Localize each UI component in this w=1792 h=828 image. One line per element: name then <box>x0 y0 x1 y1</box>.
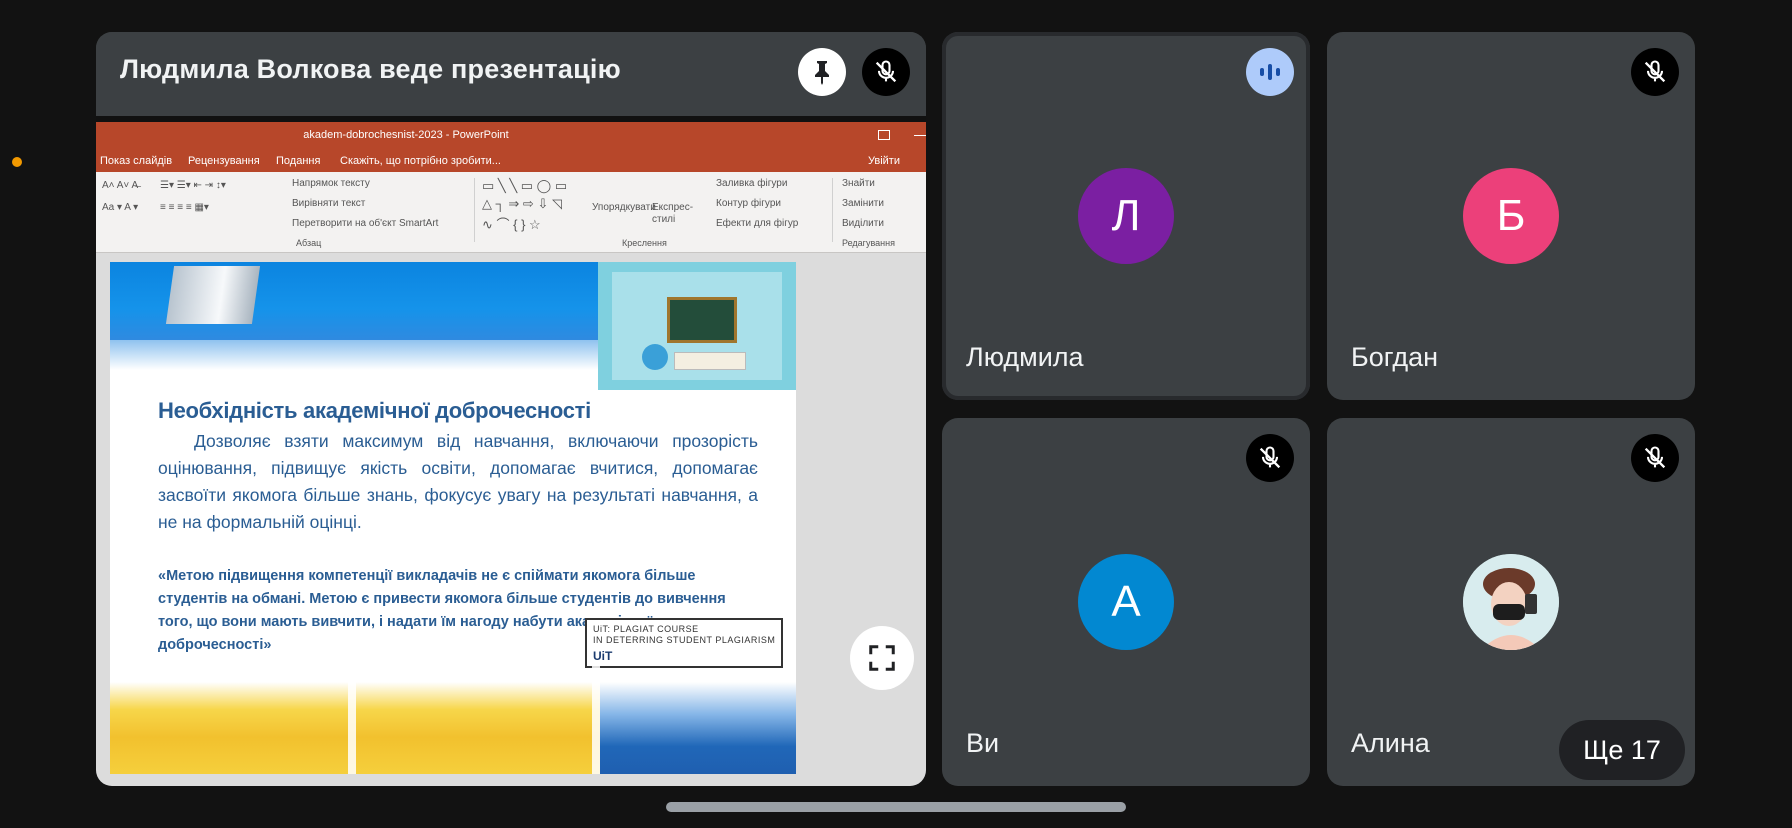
window-title: akadem-dobrochesnist-2023 - PowerPoint <box>303 129 509 141</box>
uit-logo: UiT <box>593 649 613 663</box>
replace: Замінити <box>842 198 884 209</box>
participant-tile-liudmyla[interactable]: Л Людмила <box>942 32 1310 400</box>
minimize-icon <box>914 135 926 136</box>
mic-off-icon <box>1644 60 1666 83</box>
participant-name: Ви <box>966 728 1000 758</box>
presenter-title: Людмила Волкова веде презентацію <box>120 54 621 84</box>
list-icons: ☰▾ ☰▾ ⇤ ⇥ ↕▾ <box>160 180 226 191</box>
mic-off-icon <box>1259 446 1281 469</box>
shape-fill: Заливка фігури <box>716 178 788 189</box>
presentation-header: Людмила Волкова веде презентацію <box>96 32 926 116</box>
find: Знайти <box>842 178 875 189</box>
font-size-icons: A˄ A˅ A̶ <box>102 180 139 191</box>
shape-effects: Ефекти для фігур <box>716 218 799 229</box>
group-editing: Редагування <box>842 238 895 248</box>
avatar: А <box>1078 554 1174 650</box>
menu-slideshow: Показ слайдів <box>100 155 173 167</box>
pin-button[interactable] <box>798 48 846 96</box>
menu-signin: Увійти <box>868 155 900 167</box>
book-graphic <box>165 266 261 324</box>
school-illustration <box>598 262 796 390</box>
menu-view: Подання <box>276 155 321 167</box>
mic-off-indicator <box>1631 48 1679 96</box>
align-text: Вирівняти текст <box>292 198 366 209</box>
quick-styles: Експрес-стилі <box>652 202 694 225</box>
shape-outline: Контур фігури <box>716 198 781 209</box>
speaking-indicator <box>1246 48 1294 96</box>
shared-screen: akadem-dobrochesnist-2023 - PowerPoint П… <box>96 116 926 786</box>
powerpoint-menu: Показ слайдів Рецензування Подання Скажі… <box>96 150 926 172</box>
course-badge: UiT: PLAGIAT COURSE IN DETERRING STUDENT… <box>585 618 783 668</box>
align-icons: ≡ ≡ ≡ ≡ ▦▾ <box>160 202 209 213</box>
avatar-photo <box>1463 554 1559 650</box>
audio-level-icon <box>1260 64 1280 80</box>
profile-illustration <box>1463 554 1559 650</box>
gesture-home-bar[interactable] <box>666 802 1126 812</box>
powerpoint-ribbon: A˄ A˅ A̶ Aa ▾ A ▾ ☰▾ ☰▾ ⇤ ⇥ ↕▾ ≡ ≡ ≡ ≡ ▦… <box>96 172 926 253</box>
mic-off-indicator <box>1246 434 1294 482</box>
participant-name: Людмила <box>966 342 1084 372</box>
menu-tellme: Скажіть, що потрібно зробити... <box>340 155 501 167</box>
group-drawing: Креслення <box>622 238 667 248</box>
arrange-button: Упорядкувати <box>592 202 656 213</box>
avatar: Б <box>1463 168 1559 264</box>
fullscreen-icon <box>869 645 895 671</box>
participant-name: Алина <box>1351 728 1430 758</box>
presenter-mic-off <box>862 48 910 96</box>
shapes-gallery-row3: ∿ ⌒ { } ☆ <box>482 217 541 232</box>
mic-off-icon <box>875 60 897 83</box>
more-participants-button[interactable]: Ще 17 <box>1559 720 1685 780</box>
menu-review: Рецензування <box>188 155 260 167</box>
mic-off-icon <box>1644 446 1666 469</box>
globe-graphic <box>642 344 668 370</box>
shapes-gallery: ▭ ╲ ╲ ▭ ◯ ▭ <box>482 178 568 193</box>
participant-tile-alina[interactable]: Алина Ще 17 <box>1327 418 1695 786</box>
participant-tile-bohdan[interactable]: Б Богдан <box>1327 32 1695 400</box>
select: Виділити <box>842 218 884 229</box>
restore-icon <box>878 130 890 140</box>
powerpoint-titlebar: akadem-dobrochesnist-2023 - PowerPoint <box>96 122 926 150</box>
slide-body: Дозволяє взяти максимум від навчання, вк… <box>158 431 758 532</box>
book-open-graphic <box>674 352 746 370</box>
participant-tile-self[interactable]: А Ви <box>942 418 1310 786</box>
flag-blue-band <box>600 682 796 774</box>
status-dot <box>12 157 22 167</box>
font-color-icons: Aa ▾ A ▾ <box>102 202 139 213</box>
shapes-gallery-row2: △ ┐ ⇒ ⇨ ⇩ ◹ <box>482 196 562 211</box>
convert-smartart: Перетворити на об'єкт SmartArt <box>292 218 439 229</box>
slide: Необхідність академічної доброчесності Д… <box>110 262 796 774</box>
avatar: Л <box>1078 168 1174 264</box>
fullscreen-button[interactable] <box>850 626 914 690</box>
slide-heading: Необхідність академічної доброчесності <box>158 398 591 423</box>
mic-off-indicator <box>1631 434 1679 482</box>
presentation-tile[interactable]: Людмила Волкова веде презентацію akadem-… <box>96 32 926 786</box>
chalkboard-graphic <box>667 297 737 343</box>
pin-icon <box>815 61 829 85</box>
participant-name: Богдан <box>1351 342 1439 372</box>
group-paragraph: Абзац <box>296 238 322 248</box>
text-direction: Напрямок тексту <box>292 178 370 189</box>
